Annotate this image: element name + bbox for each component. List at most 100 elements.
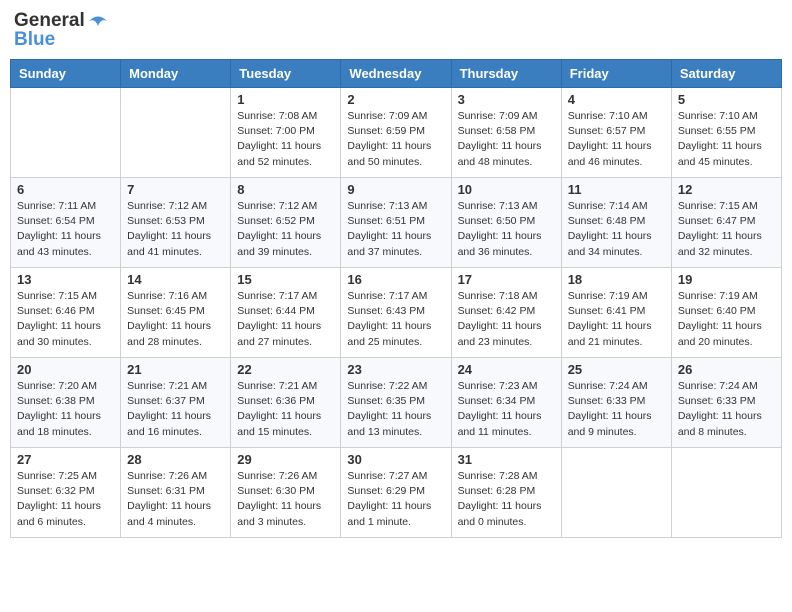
day-number: 7 [127, 182, 224, 197]
daylight-text: Daylight: 11 hours and 9 minutes. [568, 410, 652, 437]
daylight-text: Daylight: 11 hours and 52 minutes. [237, 140, 321, 167]
sunset-text: Sunset: 6:45 PM [127, 305, 205, 317]
day-number: 20 [17, 362, 114, 377]
calendar-cell: 22 Sunrise: 7:21 AM Sunset: 6:36 PM Dayligh… [231, 357, 341, 447]
sunset-text: Sunset: 6:46 PM [17, 305, 95, 317]
day-number: 14 [127, 272, 224, 287]
day-number: 25 [568, 362, 665, 377]
day-number: 29 [237, 452, 334, 467]
sunrise-text: Sunrise: 7:16 AM [127, 290, 207, 302]
daylight-text: Daylight: 11 hours and 15 minutes. [237, 410, 321, 437]
daylight-text: Daylight: 11 hours and 8 minutes. [678, 410, 762, 437]
daylight-text: Daylight: 11 hours and 39 minutes. [237, 230, 321, 257]
sunset-text: Sunset: 6:36 PM [237, 395, 315, 407]
calendar-cell: 4Sunrise: 7:10 AMSunset: 6:57 PMDaylight… [561, 87, 671, 177]
daylight-text: Daylight: 11 hours and 16 minutes. [127, 410, 211, 437]
sunrise-text: Sunrise: 7:21 AM [237, 380, 317, 392]
sunrise-text: Sunrise: 7:09 AM [347, 110, 427, 122]
cell-content: Sunrise: 7:21 AM Sunset: 6:36 PM Daylight:… [237, 379, 334, 440]
day-number: 8 [237, 182, 334, 197]
day-number: 22 [237, 362, 334, 377]
daylight-text: Daylight: 11 hours and 36 minutes. [458, 230, 542, 257]
calendar-cell: 30Sunrise: 7:27 AMSunset: 6:29 PMDayligh… [341, 447, 451, 537]
daylight-text: Daylight: 11 hours and 0 minutes. [458, 500, 542, 527]
cell-content: Sunrise: 7:14 AMSunset: 6:48 PMDaylight:… [568, 199, 665, 260]
day-number: 5 [678, 92, 775, 107]
cell-content: Sunrise: 7:19 AMSunset: 6:41 PMDaylight:… [568, 289, 665, 350]
calendar-cell: 17 Sunrise: 7:18 AMSunset: 6:42 PMDayligh… [451, 267, 561, 357]
calendar-cell [561, 447, 671, 537]
sunset-text: Sunset: 6:51 PM [347, 215, 425, 227]
sunrise-text: Sunrise: 7:12 AM [127, 200, 207, 212]
sunrise-text: Sunrise: 7:21 AM [127, 380, 207, 392]
sunset-text: Sunset: 6:55 PM [678, 125, 756, 137]
day-of-week-header: Friday [561, 59, 671, 87]
cell-content: Sunrise: 7:26 AMSunset: 6:31 PMDaylight:… [127, 469, 224, 530]
day-number: 9 [347, 182, 444, 197]
calendar-cell: 24Sunrise: 7:23 AMSunset: 6:34 PMDayligh… [451, 357, 561, 447]
page-header: General Blue [10, 10, 782, 51]
day-number: 6 [17, 182, 114, 197]
sunset-text: Sunset: 6:34 PM [458, 395, 536, 407]
day-number: 18 [568, 272, 665, 287]
daylight-text: Daylight: 11 hours and 18 minutes. [17, 410, 101, 437]
calendar-cell: 25 Sunrise: 7:24 AMSunset: 6:33 PMDayligh… [561, 357, 671, 447]
sunrise-text: Sunrise: 7:11 AM [17, 200, 96, 212]
day-number: 24 [458, 362, 555, 377]
day-number: 17 [458, 272, 555, 287]
sunrise-text: Sunrise: 7:08 AM [237, 110, 317, 122]
day-number: 19 [678, 272, 775, 287]
cell-content: Sunrise: 7:25 AMSunset: 6:32 PMDaylight:… [17, 469, 114, 530]
sunrise-text: Sunrise: 7:15 AM [17, 290, 97, 302]
sunrise-text: Sunrise: 7:20 AM [17, 380, 97, 392]
sunset-text: Sunset: 6:32 PM [17, 485, 95, 497]
calendar-week-row: 1Sunrise: 7:08 AMSunset: 7:00 PMDaylight… [11, 87, 782, 177]
day-number: 16 [347, 272, 444, 287]
sunrise-text: Sunrise: 7:13 AM [347, 200, 427, 212]
cell-content: Sunrise: 7:12 AM Sunset: 6:53 PM Daylight:… [127, 199, 224, 260]
sunset-text: Sunset: 6:48 PM [568, 215, 646, 227]
calendar-cell: 21 Sunrise: 7:21 AM Sunset: 6:37 PM Dayligh… [121, 357, 231, 447]
cell-content: Sunrise: 7:18 AMSunset: 6:42 PMDaylight:… [458, 289, 555, 350]
day-number: 21 [127, 362, 224, 377]
calendar-cell: 26Sunrise: 7:24 AMSunset: 6:33 PMDayligh… [671, 357, 781, 447]
cell-content: Sunrise: 7:24 AMSunset: 6:33 PMDaylight:… [568, 379, 665, 440]
calendar-week-row: 13Sunrise: 7:15 AMSunset: 6:46 PMDayligh… [11, 267, 782, 357]
calendar-week-row: 6 Sunrise: 7:11 AM Sunset: 6:54 PM Daylight… [11, 177, 782, 267]
day-number: 28 [127, 452, 224, 467]
day-of-week-header: Thursday [451, 59, 561, 87]
sunset-text: Sunset: 6:33 PM [678, 395, 756, 407]
day-of-week-header: Sunday [11, 59, 121, 87]
calendar-cell: 6Sunrise: 7:11 AMSunset: 6:54 PMDaylight… [11, 177, 121, 267]
daylight-text: Daylight: 11 hours and 48 minutes. [458, 140, 542, 167]
daylight-text: Daylight: 11 hours and 41 minutes. [127, 230, 211, 257]
cell-content: Sunrise: 7:17 AMSunset: 6:44 PMDaylight:… [237, 289, 334, 350]
day-number: 15 [237, 272, 334, 287]
daylight-text: Daylight: 11 hours and 34 minutes. [568, 230, 652, 257]
calendar-header-row: SundayMondayTuesdayWednesdayThursdayFrid… [11, 59, 782, 87]
calendar-cell: 16Sunrise: 7:17 AMSunset: 6:43 PMDayligh… [341, 267, 451, 357]
cell-content: Sunrise: 7:27 AMSunset: 6:29 PMDaylight:… [347, 469, 444, 530]
calendar-cell: 11Sunrise: 7:14 AMSunset: 6:48 PMDayligh… [561, 177, 671, 267]
sunrise-text: Sunrise: 7:22 AM [347, 380, 427, 392]
sunrise-text: Sunrise: 7:26 AM [237, 470, 317, 482]
sunrise-text: Sunrise: 7:17 AM [347, 290, 427, 302]
cell-content: Sunrise: 7:10 AMSunset: 6:55 PMDaylight:… [678, 109, 775, 170]
cell-content: Sunrise: 7:24 AMSunset: 6:33 PMDaylight:… [678, 379, 775, 440]
day-number: 3 [458, 92, 555, 107]
day-of-week-header: Saturday [671, 59, 781, 87]
sunset-text: Sunset: 6:28 PM [458, 485, 536, 497]
logo: General Blue [14, 10, 109, 51]
cell-content: Sunrise: 7:11 AMSunset: 6:54 PMDaylight:… [17, 199, 114, 260]
calendar-cell: 14Sunrise: 7:16 AMSunset: 6:45 PMDayligh… [121, 267, 231, 357]
sunrise-text: Sunrise: 7:19 AM [678, 290, 758, 302]
sunset-text: Sunset: 6:29 PM [347, 485, 425, 497]
daylight-text: Daylight: 11 hours and 50 minutes. [347, 140, 431, 167]
sunset-text: Sunset: 6:54 PM [17, 215, 95, 227]
calendar-cell: 9Sunrise: 7:13 AMSunset: 6:51 PMDaylight… [341, 177, 451, 267]
daylight-text: Daylight: 11 hours and 32 minutes. [678, 230, 762, 257]
sunset-text: Sunset: 6:37 PM [127, 395, 205, 407]
sunset-text: Sunset: 6:53 PM [127, 215, 205, 227]
cell-content: Sunrise: 7:13 AMSunset: 6:50 PMDaylight:… [458, 199, 555, 260]
calendar-cell: 8Sunrise: 7:12 AMSunset: 6:52 PMDaylight… [231, 177, 341, 267]
